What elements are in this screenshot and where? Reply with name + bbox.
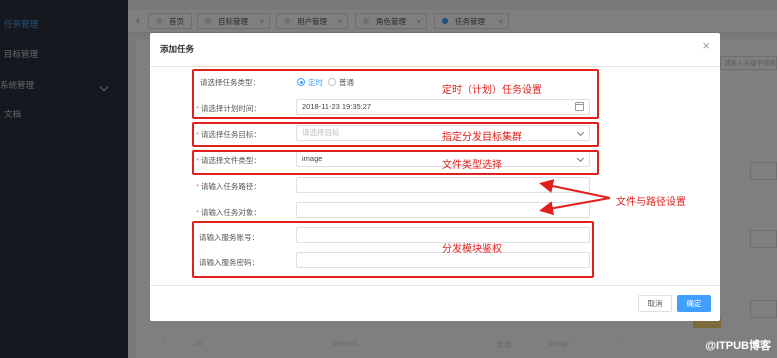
annotation-box-filetype: [192, 150, 599, 175]
divider: [150, 285, 720, 286]
annotation-filetype: 文件类型选择: [442, 160, 502, 171]
divider: [150, 66, 720, 67]
path-label: * 请输入任务路径：: [196, 182, 261, 191]
ok-button[interactable]: 确定: [677, 295, 711, 312]
annotation-target: 指定分发目标集群: [442, 132, 522, 143]
annotation-pathset: 文件与路径设置: [616, 197, 686, 208]
watermark: @ITPUB博客: [705, 340, 771, 352]
annotation-arrows: [539, 179, 611, 216]
annotation-timer: 定时（计划）任务设置: [442, 85, 542, 96]
annotation-auth: 分发模块鉴权: [442, 244, 502, 255]
cancel-button[interactable]: 取消: [638, 295, 672, 312]
annotation-box-auth: [192, 221, 594, 278]
close-icon[interactable]: ×: [702, 38, 710, 53]
dialog-title: 添加任务: [160, 44, 195, 54]
object-label: * 请输入任务对象：: [196, 208, 261, 217]
annotation-box-target: [192, 122, 599, 147]
